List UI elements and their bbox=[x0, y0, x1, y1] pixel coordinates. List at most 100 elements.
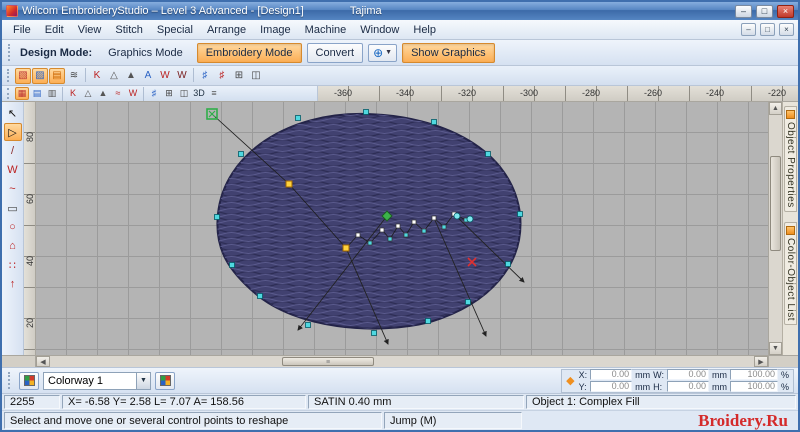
colorway-palette-button[interactable] bbox=[19, 371, 39, 390]
menu-special[interactable]: Special bbox=[150, 22, 200, 38]
mdi-close-button[interactable]: × bbox=[779, 23, 794, 36]
reshape-node[interactable] bbox=[295, 115, 301, 121]
h-field[interactable]: 0.00 bbox=[666, 381, 709, 392]
toolbar-grip[interactable] bbox=[7, 68, 12, 83]
window-icon[interactable]: ◫ bbox=[177, 87, 191, 100]
edit-colorway-button[interactable] bbox=[155, 371, 175, 390]
lettering-tool[interactable]: W bbox=[4, 161, 22, 179]
control-point[interactable] bbox=[411, 219, 417, 225]
menu-edit[interactable]: Edit bbox=[38, 22, 71, 38]
scroll-down-button[interactable]: ▼ bbox=[769, 342, 782, 355]
hoop-globe-button[interactable]: ⊕ ▼ bbox=[368, 43, 398, 62]
x-field[interactable]: 0.00 bbox=[590, 369, 633, 380]
w-field[interactable]: 0.00 bbox=[666, 369, 709, 380]
control-point[interactable] bbox=[395, 223, 401, 229]
tab-object-properties[interactable]: Object Properties bbox=[784, 106, 797, 212]
mdi-restore-button[interactable]: □ bbox=[760, 23, 775, 36]
scale-x-field[interactable]: 100.00 bbox=[729, 369, 778, 380]
tab-color-object-list[interactable]: Color-Object List bbox=[784, 221, 797, 325]
convert-button[interactable]: Convert bbox=[306, 42, 364, 63]
w-icon[interactable]: W bbox=[126, 87, 140, 100]
scroll-left-button[interactable]: ◀ bbox=[36, 356, 50, 367]
direction-tool[interactable]: ↑ bbox=[4, 275, 22, 293]
triangle-fill-icon[interactable]: ▲ bbox=[123, 68, 139, 84]
wave-lettering-icon[interactable]: W bbox=[157, 68, 173, 84]
reshape-node[interactable] bbox=[305, 322, 311, 328]
tatami-fill-icon[interactable]: ▨ bbox=[32, 67, 48, 84]
scroll-right-button[interactable]: ▶ bbox=[754, 356, 768, 367]
triangle-outline-icon[interactable]: △ bbox=[106, 68, 122, 84]
vscroll-track[interactable] bbox=[769, 115, 782, 342]
reshape-node[interactable] bbox=[371, 330, 377, 336]
grid-fill-icon[interactable]: ⊞ bbox=[231, 68, 247, 84]
embroidery-mode-button[interactable]: Embroidery Mode bbox=[196, 42, 302, 63]
grid-box-icon[interactable]: ◫ bbox=[248, 68, 264, 84]
threed-toggle[interactable]: 3D bbox=[192, 87, 206, 100]
menu-help[interactable]: Help bbox=[406, 22, 443, 38]
reshape-node[interactable] bbox=[517, 211, 523, 217]
fence-red-icon[interactable]: ♯ bbox=[214, 68, 230, 84]
rectangle-tool[interactable]: ▭ bbox=[4, 199, 22, 217]
scale-y-field[interactable]: 100.00 bbox=[729, 381, 778, 392]
y-field[interactable]: 0.00 bbox=[590, 381, 633, 392]
select-tool[interactable]: ↖ bbox=[4, 104, 22, 122]
zigzag-fill-icon[interactable]: ▧ bbox=[15, 67, 31, 84]
scroll-up-button[interactable]: ▲ bbox=[769, 102, 782, 115]
hscroll-thumb[interactable]: ≡ bbox=[282, 357, 374, 366]
boxgrid-icon[interactable]: ⊞ bbox=[162, 87, 176, 100]
satin-fill-icon[interactable]: ▤ bbox=[49, 67, 65, 84]
mdi-minimize-button[interactable]: – bbox=[741, 23, 756, 36]
vertical-scrollbar[interactable]: ▲ ▼ bbox=[768, 102, 782, 355]
toolbar-grip[interactable] bbox=[8, 371, 13, 390]
menu-file[interactable]: File bbox=[6, 22, 38, 38]
titlebar[interactable]: Wilcom EmbroideryStudio – Level 3 Advanc… bbox=[2, 2, 798, 20]
graphics-mode-button[interactable]: Graphics Mode bbox=[99, 43, 192, 63]
curve-point[interactable] bbox=[466, 215, 474, 223]
chevron-down-icon[interactable]: ▼ bbox=[136, 372, 150, 389]
menu-arrange[interactable]: Arrange bbox=[200, 22, 253, 38]
reshape-tool[interactable]: ▷ bbox=[3, 123, 22, 141]
pattern-fill-icon[interactable]: ▦ bbox=[15, 86, 29, 100]
reshape-node[interactable] bbox=[229, 262, 235, 268]
curve-point[interactable] bbox=[453, 212, 461, 220]
freehand-tool[interactable]: ~ bbox=[4, 180, 22, 198]
selected-control-point[interactable] bbox=[342, 244, 350, 252]
fence-blue-icon[interactable]: ♯ bbox=[197, 68, 213, 84]
hash-icon[interactable]: ♯ bbox=[147, 87, 161, 100]
control-point[interactable] bbox=[421, 228, 427, 234]
minimize-button[interactable]: – bbox=[735, 4, 752, 18]
run-stitch-icon[interactable]: ≋ bbox=[66, 68, 82, 84]
menu-stitch[interactable]: Stitch bbox=[108, 22, 150, 38]
control-point[interactable] bbox=[431, 215, 437, 221]
reshape-node[interactable] bbox=[214, 214, 220, 220]
control-point[interactable] bbox=[403, 232, 409, 238]
curve-icon[interactable]: ≈ bbox=[111, 87, 125, 100]
control-point[interactable] bbox=[367, 240, 373, 246]
show-graphics-button[interactable]: Show Graphics bbox=[402, 42, 495, 63]
list-icon[interactable]: ≡ bbox=[207, 87, 221, 100]
reshape-node[interactable] bbox=[257, 293, 263, 299]
reshape-node[interactable] bbox=[431, 119, 437, 125]
control-point[interactable] bbox=[355, 232, 361, 238]
selected-control-point[interactable] bbox=[285, 180, 293, 188]
menu-machine[interactable]: Machine bbox=[298, 22, 354, 38]
reshape-node[interactable] bbox=[465, 299, 471, 305]
monogram-icon[interactable]: A bbox=[140, 68, 156, 84]
toolbar-grip[interactable] bbox=[7, 88, 12, 99]
reshape-node[interactable] bbox=[425, 318, 431, 324]
pattern-rows-icon[interactable]: ▤ bbox=[30, 87, 44, 100]
colorway-select[interactable]: Colorway 1 ▼ bbox=[43, 371, 151, 390]
close-button[interactable]: × bbox=[777, 4, 794, 18]
vscroll-thumb[interactable] bbox=[770, 155, 781, 252]
kern-icon[interactable]: K bbox=[66, 87, 80, 100]
tri-outline-icon[interactable]: △ bbox=[81, 87, 95, 100]
toolbar-grip[interactable] bbox=[8, 43, 13, 62]
control-point[interactable] bbox=[379, 227, 385, 233]
maximize-button[interactable]: □ bbox=[756, 4, 773, 18]
wave-lettering2-icon[interactable]: W bbox=[174, 68, 190, 84]
control-point[interactable] bbox=[387, 236, 393, 242]
tri-fill-icon[interactable]: ▲ bbox=[96, 87, 110, 100]
hscroll-track[interactable]: ≡ bbox=[50, 356, 754, 367]
menu-image[interactable]: Image bbox=[253, 22, 298, 38]
reshape-node[interactable] bbox=[238, 151, 244, 157]
